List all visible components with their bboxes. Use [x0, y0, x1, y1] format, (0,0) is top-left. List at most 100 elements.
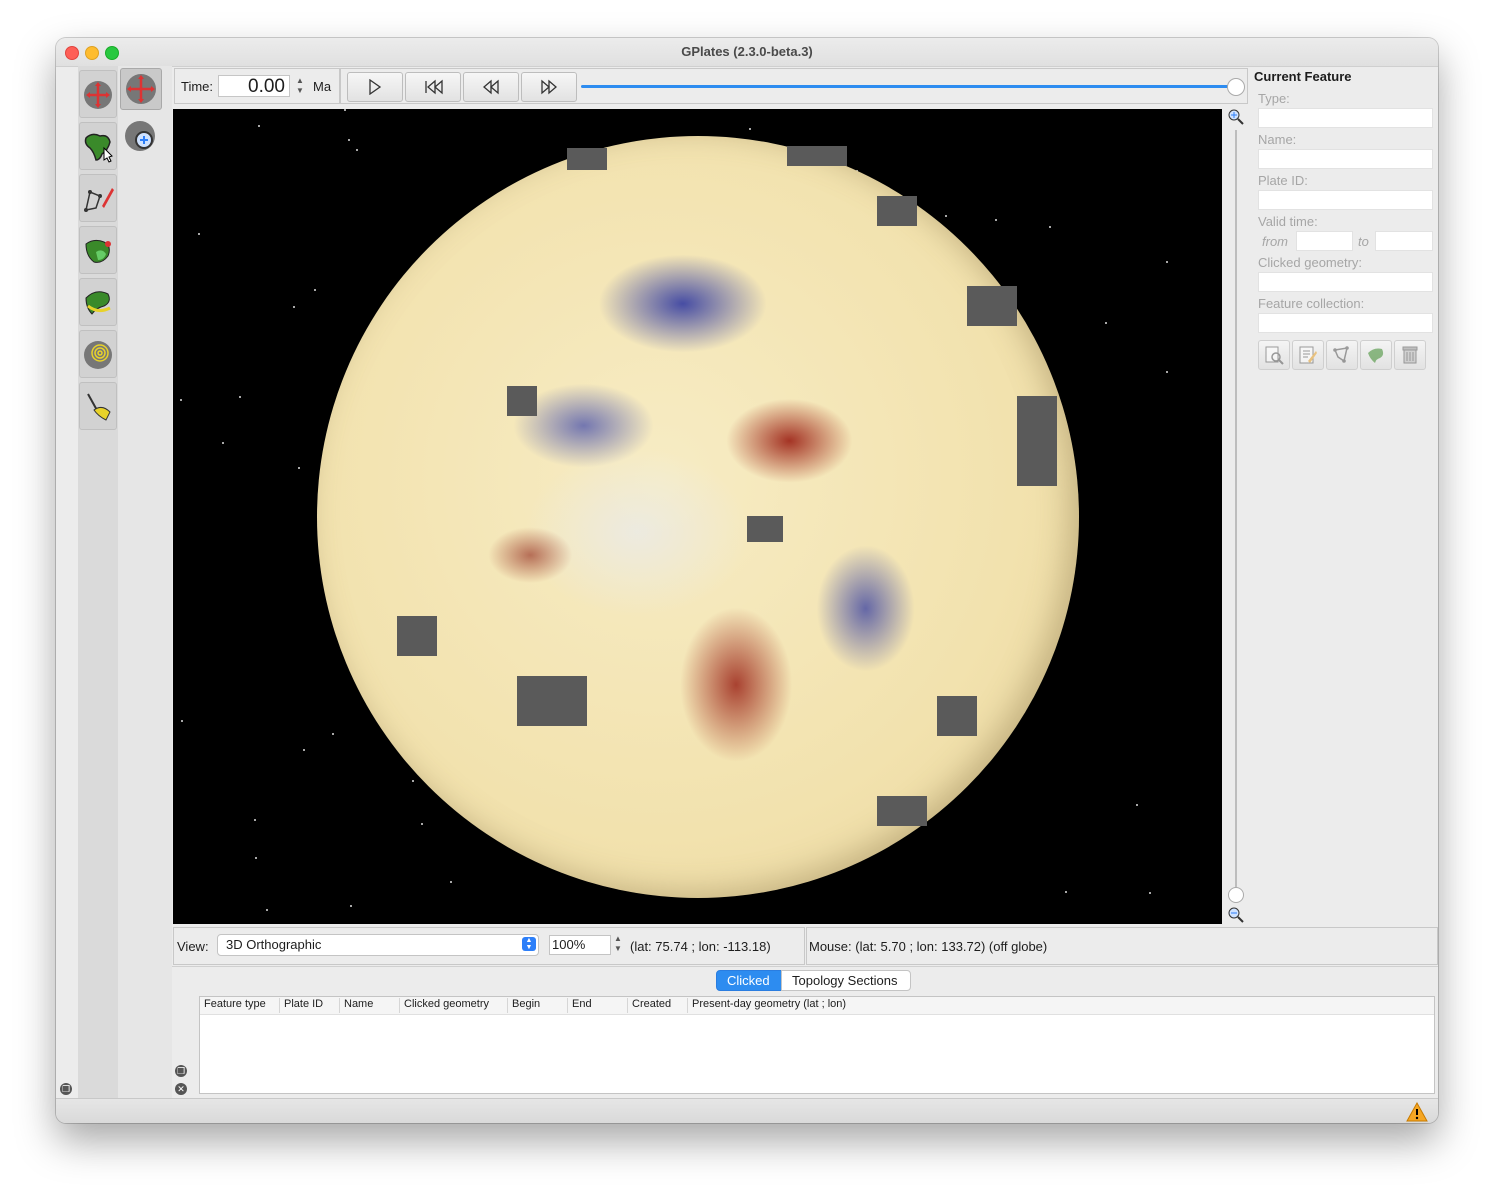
tool-zoom-globe[interactable] — [122, 118, 162, 158]
animation-controls — [340, 68, 1248, 104]
column-header[interactable]: Present-day geometry (lat ; lon) — [688, 998, 1088, 1013]
fast-forward-icon — [541, 79, 557, 95]
tool-drag-globe[interactable] — [79, 70, 117, 118]
reset-to-start-button[interactable] — [405, 72, 461, 102]
zoom-percent-value: 100% — [552, 937, 586, 952]
star — [303, 749, 305, 751]
clicked-geometry-field[interactable] — [1258, 272, 1433, 292]
globe[interactable] — [317, 136, 1079, 898]
time-control: Time: 0.00 ▲ ▼ Ma — [174, 68, 340, 104]
zoom-in-icon[interactable] — [1228, 109, 1244, 125]
from-label: from — [1262, 234, 1288, 249]
build-topology-icon — [85, 239, 111, 263]
time-unit: Ma — [313, 79, 332, 94]
star — [356, 149, 358, 151]
tool-rotate-globe[interactable] — [120, 68, 162, 110]
plate-id-field[interactable] — [1258, 190, 1433, 210]
close-panel-icon[interactable]: ✕ — [175, 1083, 187, 1095]
projection-select[interactable]: 3D Orthographic ▲ ▼ — [217, 934, 539, 956]
reconstruct-button[interactable] — [1360, 340, 1392, 370]
column-header[interactable]: Plate ID — [280, 998, 340, 1013]
valid-time-from-field[interactable] — [1296, 231, 1353, 251]
column-header[interactable]: End — [568, 998, 628, 1013]
current-feature-title: Current Feature — [1254, 69, 1352, 84]
star — [945, 215, 947, 217]
star — [255, 857, 257, 859]
tool-small-circle[interactable] — [79, 330, 117, 378]
column-header[interactable]: Created — [628, 998, 688, 1013]
zoom-slider-track[interactable] — [1235, 130, 1237, 890]
warning-icon[interactable] — [1406, 1102, 1428, 1122]
star — [749, 128, 751, 130]
tool-move-vertex[interactable] — [79, 278, 117, 326]
time-spinner[interactable]: ▲ ▼ — [295, 76, 305, 98]
undock-icon[interactable]: ❐ — [175, 1065, 187, 1077]
zoom-out-icon[interactable] — [1228, 907, 1244, 923]
star — [348, 139, 350, 141]
column-header[interactable]: Name — [340, 998, 400, 1013]
column-header[interactable]: Clicked geometry — [400, 998, 508, 1013]
time-input[interactable]: 0.00 — [218, 75, 290, 97]
window-title: GPlates (2.3.0-beta.3) — [681, 44, 813, 59]
small-circle-icon — [84, 341, 112, 369]
tool-measure-distance[interactable] — [79, 382, 117, 430]
star — [1065, 891, 1067, 893]
status-bar — [56, 1098, 1438, 1123]
raster-gap — [967, 286, 1017, 326]
clicked-features-table[interactable]: Feature type Plate ID Name Clicked geome… — [199, 996, 1435, 1094]
measure-distance-icon — [87, 393, 111, 421]
time-slider-handle[interactable] — [1227, 78, 1245, 96]
time-slider-track[interactable] — [581, 85, 1231, 88]
name-field[interactable] — [1258, 149, 1433, 169]
undock-toolbar-icon[interactable]: ❐ — [60, 1083, 72, 1095]
star — [266, 909, 268, 911]
star — [293, 306, 295, 308]
star — [1166, 261, 1168, 263]
star — [198, 233, 200, 235]
column-header[interactable]: Begin — [508, 998, 568, 1013]
zoom-spinner[interactable]: ▲ ▼ — [613, 934, 623, 956]
play-button[interactable] — [347, 72, 403, 102]
raster-gap — [937, 696, 977, 736]
drag-globe-icon — [84, 81, 112, 109]
step-forward-button[interactable] — [521, 72, 577, 102]
delete-feature-icon — [1402, 346, 1418, 364]
star — [239, 396, 241, 398]
star — [258, 125, 260, 127]
step-back-button[interactable] — [463, 72, 519, 102]
edit-feature-button[interactable] — [1292, 340, 1324, 370]
star — [181, 720, 183, 722]
type-field[interactable] — [1258, 108, 1433, 128]
tool-options-strip — [118, 66, 172, 1098]
star — [254, 819, 256, 821]
globe-canvas[interactable] — [173, 109, 1222, 924]
valid-time-to-field[interactable] — [1375, 231, 1433, 251]
tool-choose-feature[interactable] — [79, 122, 117, 170]
tab-topology-sections[interactable]: Topology Sections — [781, 970, 911, 991]
geometry-button[interactable] — [1326, 340, 1358, 370]
tool-digitise[interactable] — [79, 174, 117, 222]
raster-gap — [877, 196, 917, 226]
skip-to-start-icon — [425, 79, 443, 95]
play-icon — [369, 79, 382, 95]
column-header[interactable]: Feature type — [200, 998, 280, 1013]
feature-collection-field[interactable] — [1258, 313, 1433, 333]
star — [995, 219, 997, 221]
current-feature-panel: Current Feature Type: Name: Plate ID: Va… — [1252, 66, 1438, 946]
tab-clicked[interactable]: Clicked — [716, 970, 783, 991]
query-feature-button[interactable] — [1258, 340, 1290, 370]
raster-gap — [787, 146, 847, 166]
delete-feature-button[interactable] — [1394, 340, 1426, 370]
view-bar: View: 3D Orthographic ▲ ▼ 100% ▲ ▼ (lat: 7… — [173, 927, 805, 965]
feature-table-panel: Clicked Topology Sections Feature type P… — [172, 966, 1438, 1099]
time-label: Time: — [181, 79, 214, 94]
raster-gap — [1017, 396, 1057, 486]
tool-build-topology[interactable] — [79, 226, 117, 274]
star — [412, 780, 414, 782]
projection-value: 3D Orthographic — [226, 937, 322, 952]
clicked-geometry-label: Clicked geometry: — [1258, 255, 1363, 270]
mouse-coordinates: Mouse: (lat: 5.70 ; lon: 133.72) (off gl… — [809, 939, 1048, 954]
star — [1105, 322, 1107, 324]
zoom-slider-handle[interactable] — [1228, 887, 1244, 903]
zoom-percent-input[interactable]: 100% — [549, 935, 611, 955]
